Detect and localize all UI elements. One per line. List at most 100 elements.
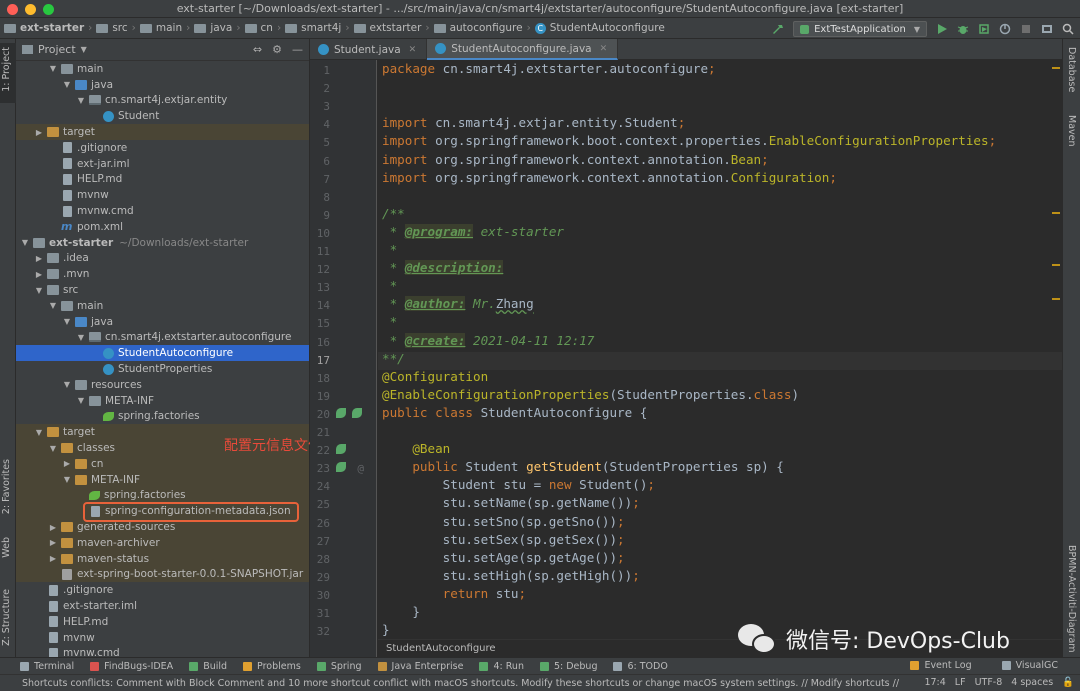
web-tool-button[interactable]: Web bbox=[1, 537, 12, 558]
expanded-arrow-icon[interactable]: ▼ bbox=[34, 286, 44, 295]
status-message[interactable]: Shortcuts conflicts: Comment with Block … bbox=[22, 678, 902, 689]
collapsed-arrow-icon[interactable]: ▶ bbox=[48, 554, 58, 563]
editor-tab[interactable]: Student.java ✕ bbox=[310, 39, 428, 60]
tool-window-button[interactable]: 5: Debug bbox=[539, 661, 597, 672]
spring-bean-gutter-icon[interactable] bbox=[336, 444, 346, 455]
build-hammer-icon[interactable] bbox=[772, 23, 784, 35]
tree-item[interactable]: ▶ cn bbox=[16, 456, 309, 472]
tree-item[interactable]: .gitignore bbox=[16, 140, 309, 156]
expanded-arrow-icon[interactable]: ▼ bbox=[48, 444, 58, 453]
expanded-arrow-icon[interactable]: ▼ bbox=[76, 396, 86, 405]
project-structure-icon[interactable] bbox=[1041, 23, 1053, 35]
collapse-all-icon[interactable]: ⇔ bbox=[253, 43, 262, 56]
collapsed-arrow-icon[interactable]: ▶ bbox=[34, 128, 44, 137]
tool-window-button[interactable]: Spring bbox=[316, 661, 362, 672]
warning-marker[interactable] bbox=[1052, 212, 1060, 214]
expanded-arrow-icon[interactable]: ▼ bbox=[76, 96, 86, 105]
tree-item[interactable]: ▶ maven-archiver bbox=[16, 535, 309, 551]
structure-tool-button[interactable]: Z: Structure bbox=[1, 589, 12, 646]
close-tab-icon[interactable]: ✕ bbox=[409, 45, 417, 55]
run-configuration-select[interactable]: ExtTestApplication ▼ bbox=[793, 21, 927, 37]
collapsed-arrow-icon[interactable]: ▶ bbox=[34, 254, 44, 263]
debug-icon[interactable] bbox=[957, 23, 969, 35]
expanded-arrow-icon[interactable]: ▼ bbox=[62, 475, 72, 484]
run-icon[interactable] bbox=[936, 23, 948, 35]
tree-item[interactable]: .gitignore bbox=[16, 582, 309, 598]
tree-item[interactable]: Student bbox=[16, 108, 309, 124]
hide-panel-icon[interactable]: — bbox=[292, 43, 303, 56]
minimize-window-button[interactable] bbox=[25, 4, 36, 15]
caret-position[interactable]: 17:4 bbox=[924, 677, 945, 688]
tree-item[interactable]: ext-jar.iml bbox=[16, 156, 309, 172]
tree-item[interactable]: ext-starter.iml bbox=[16, 598, 309, 614]
project-view-select[interactable]: Project bbox=[38, 43, 76, 56]
breadcrumb-item[interactable]: cn › bbox=[244, 22, 281, 34]
tree-item[interactable]: ▼ java bbox=[16, 77, 309, 93]
editor-tab[interactable]: StudentAutoconfigure.java ✕ bbox=[427, 39, 619, 60]
search-everywhere-icon[interactable] bbox=[1062, 23, 1074, 35]
tree-item[interactable]: ▶ target bbox=[16, 124, 309, 140]
collapsed-arrow-icon[interactable]: ▶ bbox=[48, 538, 58, 547]
collapsed-arrow-icon[interactable]: ▶ bbox=[62, 459, 72, 468]
collapsed-arrow-icon[interactable]: ▶ bbox=[48, 523, 58, 532]
bpmn-tool-button[interactable]: BPMN-Activiti-Diagram bbox=[1066, 545, 1077, 653]
maven-tool-button[interactable]: Maven bbox=[1066, 115, 1077, 147]
expanded-arrow-icon[interactable]: ▼ bbox=[62, 317, 72, 326]
favorites-tool-button[interactable]: 2: Favorites bbox=[1, 459, 12, 514]
stop-icon[interactable] bbox=[1020, 23, 1032, 35]
breadcrumb-item[interactable]: java › bbox=[194, 22, 241, 34]
tree-item[interactable]: m pom.xml bbox=[16, 219, 309, 235]
expanded-arrow-icon[interactable]: ▼ bbox=[20, 238, 30, 247]
tool-window-button[interactable]: 6: TODO bbox=[613, 661, 668, 672]
breadcrumb-item[interactable]: main › bbox=[139, 22, 190, 34]
breadcrumb-item[interactable]: src › bbox=[96, 22, 136, 34]
breadcrumb-item[interactable]: C StudentAutoconfigure bbox=[534, 22, 665, 34]
warning-marker[interactable] bbox=[1052, 67, 1060, 69]
tree-item[interactable]: ▼ ext-starter ~/Downloads/ext-starter bbox=[16, 235, 309, 251]
tree-item[interactable]: mvnw bbox=[16, 187, 309, 203]
warning-marker[interactable] bbox=[1052, 264, 1060, 266]
expanded-arrow-icon[interactable]: ▼ bbox=[48, 64, 58, 73]
tree-item[interactable]: ▼ META-INF bbox=[16, 471, 309, 488]
tool-window-button[interactable]: Problems bbox=[243, 661, 301, 672]
close-tab-icon[interactable]: ✕ bbox=[600, 44, 608, 54]
indent-setting[interactable]: 4 spaces bbox=[1011, 677, 1053, 688]
collapsed-arrow-icon[interactable]: ▶ bbox=[34, 270, 44, 279]
expanded-arrow-icon[interactable]: ▼ bbox=[62, 80, 72, 89]
tool-window-button[interactable]: 4: Run bbox=[479, 661, 524, 672]
chevron-down-icon[interactable]: ▼ bbox=[81, 45, 87, 54]
profile-icon[interactable] bbox=[999, 23, 1011, 35]
breadcrumb-item[interactable]: extstarter › bbox=[353, 22, 430, 34]
tree-item[interactable]: ▼ resources bbox=[16, 377, 309, 393]
database-tool-button[interactable]: Database bbox=[1066, 47, 1077, 92]
tree-item[interactable]: ▼ java bbox=[16, 314, 309, 330]
tree-item[interactable]: ext-spring-boot-starter-0.0.1-SNAPSHOT.j… bbox=[16, 566, 309, 583]
breadcrumb-item[interactable]: ext-starter › bbox=[4, 22, 92, 34]
expanded-arrow-icon[interactable]: ▼ bbox=[34, 428, 44, 437]
tool-window-button[interactable]: VisualGC bbox=[1001, 660, 1058, 671]
tree-item[interactable]: ▼ main bbox=[16, 298, 309, 314]
expanded-arrow-icon[interactable]: ▼ bbox=[62, 380, 72, 389]
expanded-arrow-icon[interactable]: ▼ bbox=[48, 301, 58, 310]
line-separator[interactable]: LF bbox=[955, 677, 966, 688]
close-window-button[interactable] bbox=[7, 4, 18, 15]
breadcrumb-item[interactable]: smart4j › bbox=[285, 22, 350, 34]
tool-window-button[interactable]: Build bbox=[189, 661, 227, 672]
tree-item[interactable]: ▼ cn.smart4j.extjar.entity bbox=[16, 93, 309, 109]
warning-marker[interactable] bbox=[1052, 298, 1060, 300]
tree-item[interactable]: ▼ cn.smart4j.extstarter.autoconfigure bbox=[16, 330, 309, 346]
coverage-icon[interactable] bbox=[978, 23, 990, 35]
tree-item[interactable]: ▼ src bbox=[16, 282, 309, 298]
override-gutter-icon[interactable]: @ bbox=[352, 462, 364, 475]
tool-window-button[interactable]: Event Log bbox=[910, 660, 972, 671]
tree-item[interactable]: ▼ META-INF bbox=[16, 393, 309, 409]
tree-item[interactable]: HELP.md bbox=[16, 172, 309, 188]
spring-bean-gutter-icon[interactable] bbox=[336, 462, 346, 473]
tree-item[interactable]: mvnw.cmd bbox=[16, 646, 309, 657]
gear-icon[interactable]: ⚙ bbox=[272, 43, 282, 56]
tree-item[interactable]: ▶ .idea bbox=[16, 251, 309, 267]
tree-item[interactable]: StudentAutoconfigure bbox=[16, 345, 309, 362]
tree-item[interactable]: mvnw.cmd bbox=[16, 203, 309, 219]
spring-bean-gutter-icon[interactable] bbox=[352, 407, 362, 418]
tree-item[interactable]: spring.factories bbox=[16, 409, 309, 425]
